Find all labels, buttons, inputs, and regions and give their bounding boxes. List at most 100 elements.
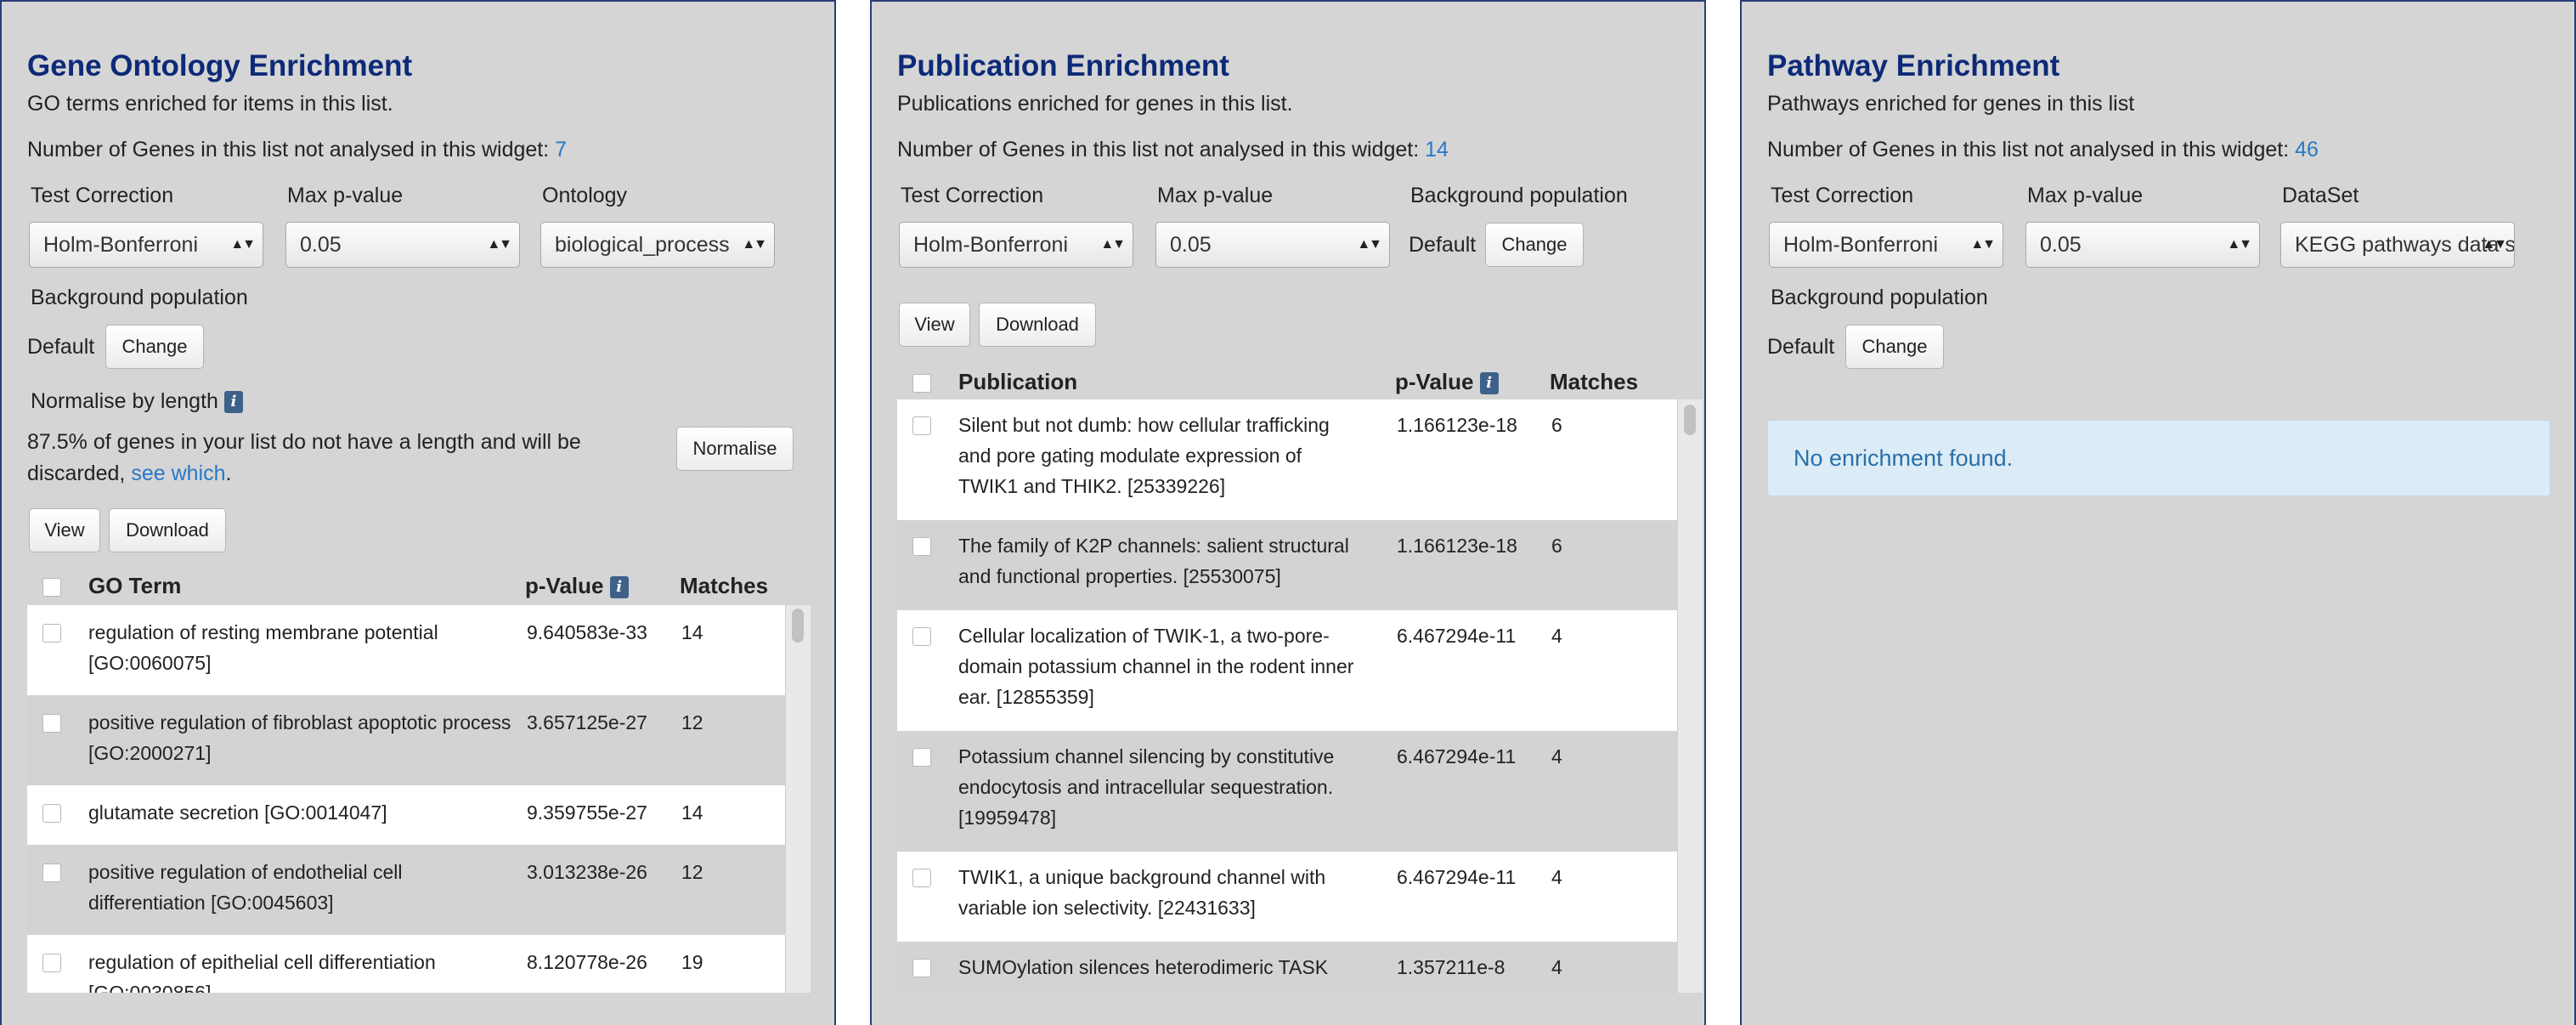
table-row[interactable]: The family of K2P channels: salient stru… [897, 520, 1677, 610]
ontology-select[interactable]: biological_process ▲▼ [540, 222, 775, 268]
change-background-button[interactable]: Change [1845, 325, 1944, 369]
column-header-p-value: p-Value i [525, 573, 629, 599]
row-matches-link[interactable]: 6 [1551, 410, 1562, 440]
table-row[interactable]: Silent but not dumb: how cellular traffi… [897, 399, 1677, 520]
not-analysed-count-link[interactable]: 7 [555, 138, 567, 161]
column-header-go-term: GO Term [88, 573, 182, 598]
row-matches-link[interactable]: 6 [1551, 530, 1562, 561]
test-correction-select[interactable]: Holm-Bonferroni ▲▼ [1769, 222, 2003, 268]
table-row[interactable]: positive regulation of endothelial cell … [27, 845, 785, 935]
row-matches-link[interactable]: 4 [1551, 741, 1562, 772]
download-button[interactable]: Download [109, 508, 226, 552]
table-row[interactable]: glutamate secretion [GO:0014047] 9.359755… [27, 785, 785, 845]
change-background-button[interactable]: Change [105, 325, 204, 369]
row-checkbox[interactable] [912, 537, 931, 556]
change-background-button[interactable]: Change [1485, 223, 1584, 267]
table-scrollbar[interactable] [785, 605, 811, 993]
widget-title: Pathway Enrichment [1767, 49, 2060, 82]
row-matches-link[interactable]: 12 [681, 857, 703, 887]
go-results-table[interactable]: regulation of resting membrane potential… [27, 605, 811, 993]
test-correction-select[interactable]: Holm-Bonferroni ▲▼ [899, 222, 1133, 268]
row-matches-link[interactable]: 14 [681, 617, 703, 648]
background-population-value: Default [1409, 233, 1477, 257]
table-row[interactable]: TWIK1, a unique background channel with … [897, 852, 1677, 942]
row-matches-link[interactable]: 14 [681, 797, 703, 828]
table-row[interactable]: regulation of epithelial cell differenti… [27, 935, 785, 993]
select-all-checkbox[interactable] [912, 374, 931, 393]
column-header-p-value: p-Value i [1395, 369, 1499, 395]
table-row[interactable]: SUMOylation silences heterodimeric TASK 1… [897, 942, 1677, 993]
info-icon[interactable]: i [1479, 372, 1499, 395]
row-term: positive regulation of fibroblast apopto… [88, 711, 511, 764]
max-p-label: Max p-value [2027, 184, 2144, 207]
row-checkbox[interactable] [42, 864, 61, 882]
widget-subtitle: Pathways enriched for genes in this list [1767, 92, 2135, 116]
max-p-select[interactable]: 0.05 ▲▼ [285, 222, 520, 268]
select-arrows-icon: ▲▼ [487, 237, 512, 252]
row-matches-link[interactable]: 19 [681, 947, 703, 977]
table-scrollbar[interactable] [1677, 399, 1703, 993]
max-p-label: Max p-value [1157, 184, 1274, 207]
background-population-label: Background population [1771, 286, 1988, 309]
widget-title: Publication Enrichment [897, 49, 1229, 82]
not-analysed-count-link[interactable]: 46 [2295, 138, 2319, 161]
column-header-matches: Matches [680, 573, 769, 598]
scrollbar-thumb[interactable] [1684, 405, 1696, 435]
row-term: Silent but not dumb: how cellular traffi… [958, 414, 1330, 497]
row-matches-link[interactable]: 4 [1551, 620, 1562, 651]
row-checkbox[interactable] [42, 624, 61, 643]
table-row[interactable]: positive regulation of fibroblast apopto… [27, 695, 785, 785]
publication-enrichment-widget: Publication Enrichment Publications enri… [870, 0, 1706, 1025]
row-p-value: 3.013238e-26 [527, 861, 647, 883]
background-population-value: Default [27, 335, 95, 359]
table-row[interactable]: regulation of resting membrane potential… [27, 605, 785, 695]
row-checkbox[interactable] [912, 416, 931, 435]
test-correction-value: Holm-Bonferroni [43, 233, 199, 257]
ontology-label: Ontology [542, 184, 628, 207]
max-p-value: 0.05 [2040, 233, 2082, 257]
test-correction-select[interactable]: Holm-Bonferroni ▲▼ [29, 222, 263, 268]
select-all-checkbox[interactable] [42, 578, 61, 597]
ontology-value: biological_process [555, 233, 730, 257]
view-button[interactable]: View [29, 508, 100, 552]
dataset-select[interactable]: KEGG pathways data set ▲▼ [2280, 222, 2515, 268]
normalise-label-row: Normalise by length i [31, 389, 243, 414]
row-checkbox[interactable] [912, 627, 931, 646]
go-enrichment-widget: Gene Ontology Enrichment GO terms enrich… [0, 0, 836, 1025]
background-population-label: Background population [1410, 184, 1628, 207]
widget-subtitle: Publications enriched for genes in this … [897, 92, 1293, 116]
row-matches-link[interactable]: 4 [1551, 952, 1562, 983]
publication-results-table[interactable]: Silent but not dumb: how cellular traffi… [897, 399, 1704, 993]
row-matches-link[interactable]: 12 [681, 707, 703, 738]
table-row[interactable]: Potassium channel silencing by constitut… [897, 731, 1677, 852]
row-checkbox[interactable] [912, 748, 931, 767]
test-correction-value: Holm-Bonferroni [913, 233, 1069, 257]
widget-title: Gene Ontology Enrichment [27, 49, 413, 82]
row-checkbox[interactable] [42, 714, 61, 733]
row-checkbox[interactable] [912, 869, 931, 887]
download-button[interactable]: Download [979, 303, 1096, 347]
row-p-value: 9.640583e-33 [527, 621, 647, 643]
table-row[interactable]: Cellular localization of TWIK-1, a two-p… [897, 610, 1677, 731]
widget-subtitle: GO terms enriched for items in this list… [27, 92, 393, 116]
sentence-period: . [225, 462, 232, 485]
not-analysed-count-link[interactable]: 14 [1425, 138, 1449, 161]
info-icon[interactable]: i [609, 576, 629, 599]
view-button[interactable]: View [899, 303, 970, 347]
scrollbar-thumb[interactable] [792, 609, 804, 643]
row-matches-link[interactable]: 4 [1551, 862, 1562, 892]
row-checkbox[interactable] [912, 959, 931, 977]
row-term: Cellular localization of TWIK-1, a two-p… [958, 625, 1354, 708]
see-which-link[interactable]: see which [131, 462, 225, 485]
info-icon[interactable]: i [223, 391, 243, 414]
row-p-value: 8.120778e-26 [527, 951, 647, 973]
test-correction-label: Test Correction [901, 184, 1044, 207]
row-checkbox[interactable] [42, 954, 61, 972]
normalise-button[interactable]: Normalise [676, 427, 794, 471]
not-analysed-text: Number of Genes in this list not analyse… [897, 138, 1449, 162]
max-p-select[interactable]: 0.05 ▲▼ [2025, 222, 2260, 268]
row-checkbox[interactable] [42, 804, 61, 823]
row-p-value: 1.357211e-8 [1397, 956, 1505, 978]
select-arrows-icon: ▲▼ [1357, 237, 1382, 252]
max-p-select[interactable]: 0.05 ▲▼ [1155, 222, 1390, 268]
